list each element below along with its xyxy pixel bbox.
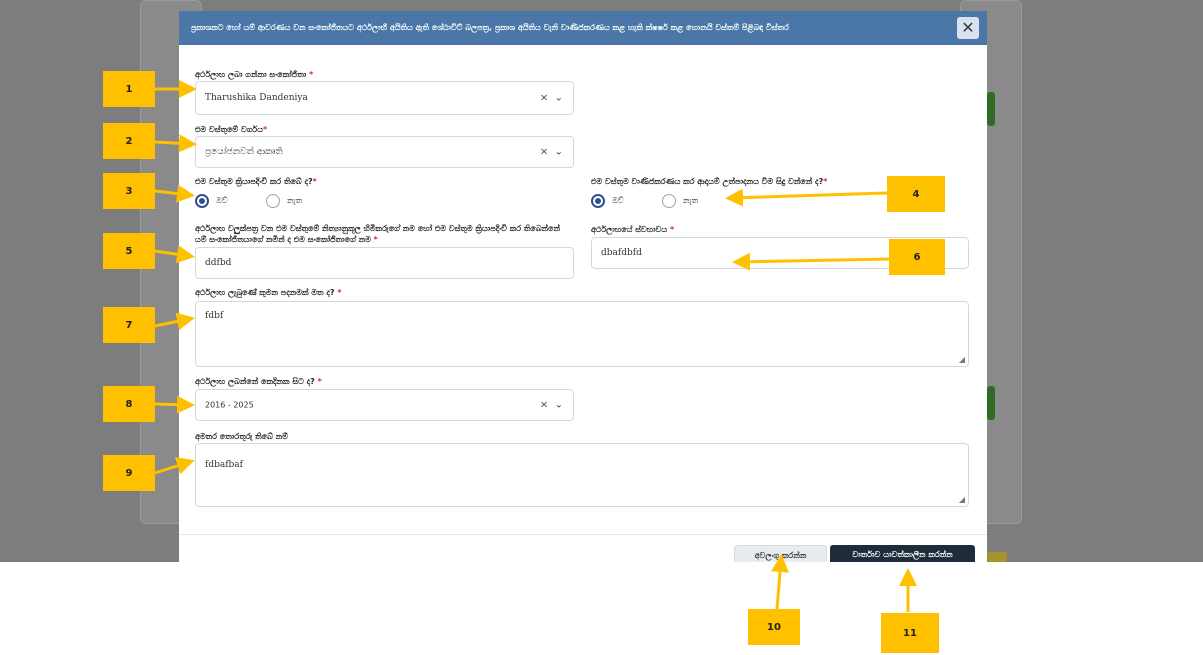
callout-arrows	[154, 80, 917, 612]
arrow-2	[154, 134, 197, 153]
arrow-4	[725, 188, 888, 207]
arrow-10	[771, 554, 789, 610]
arrow-3	[154, 184, 195, 203]
arrow-6	[732, 252, 890, 271]
arrow-7	[154, 312, 195, 331]
arrow-5	[154, 245, 195, 264]
arrow-9	[154, 457, 195, 475]
arrow-8	[154, 395, 195, 414]
